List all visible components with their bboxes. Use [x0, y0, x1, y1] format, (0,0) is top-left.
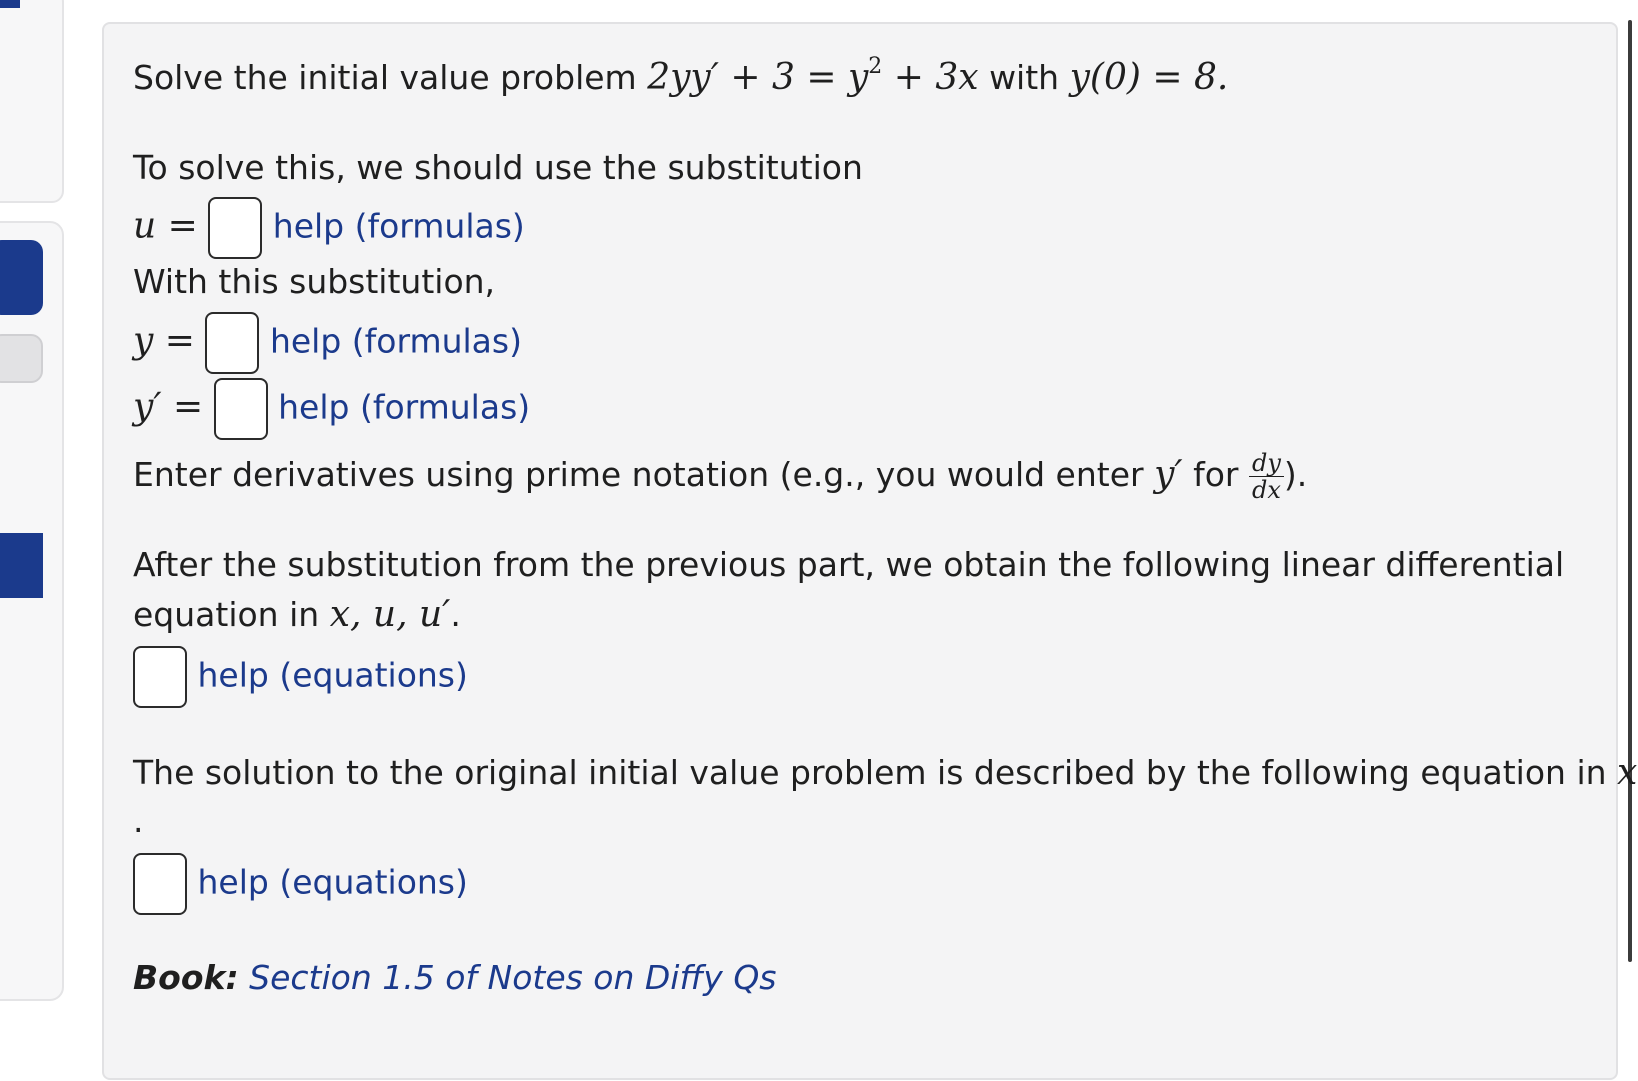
solution-equation-row: help (equations): [133, 853, 468, 915]
u-answer-input[interactable]: [208, 197, 263, 259]
yprime-answer-input[interactable]: [213, 378, 268, 440]
sidebar-nav-block[interactable]: [0, 533, 43, 598]
sidebar-nav-button-secondary[interactable]: [0, 334, 43, 383]
help-formulas-link[interactable]: help (formulas): [278, 388, 530, 427]
yprime-row: y′ = help (formulas): [133, 378, 530, 440]
u-label: u =: [133, 205, 198, 247]
with-word: with: [989, 58, 1060, 97]
after-substitution-text: After the substitution from the previous…: [133, 545, 1565, 584]
help-equations-link[interactable]: help (equations): [198, 656, 468, 695]
sidebar-top-card: [0, 0, 64, 203]
help-formulas-link[interactable]: help (formulas): [270, 322, 522, 361]
problem-intro: Solve the initial value problem: [133, 58, 637, 97]
sidebar-nav-button-primary[interactable]: [0, 240, 43, 315]
solution-equation-input[interactable]: [133, 853, 187, 915]
book-label: Book:: [133, 958, 239, 997]
help-equations-link[interactable]: help (equations): [198, 863, 468, 902]
book-reference: Book: Section 1.5 of Notes on Diffy Qs: [133, 958, 776, 998]
derivative-note: Enter derivatives using prime notation (…: [133, 449, 1308, 504]
linear-equation-row: help (equations): [133, 646, 468, 708]
problem-equation: 2yy′ + 3 = y2 + 3x: [647, 54, 979, 98]
u-row: u = help (formulas): [133, 197, 525, 259]
initial-condition: y(0) = 8.: [1069, 57, 1229, 98]
dy-dx-fraction: dy dx: [1248, 450, 1284, 503]
solution-dot: .: [133, 801, 144, 840]
with-substitution-text: With this substitution,: [133, 262, 496, 301]
y-row: y = help (formulas): [133, 312, 522, 374]
scrollbar[interactable]: [1628, 20, 1632, 962]
problem-statement: Solve the initial value problem 2yy′ + 3…: [133, 54, 1229, 98]
help-formulas-link[interactable]: help (formulas): [273, 207, 525, 246]
sidebar-top-accent: [0, 0, 20, 8]
y-answer-input[interactable]: [205, 312, 260, 374]
linear-equation-input[interactable]: [133, 646, 187, 708]
after-substitution-text-2: equation in x, u, u′.: [133, 594, 461, 635]
y-label: y =: [133, 320, 195, 362]
substitution-intro: To solve this, we should use the substit…: [133, 148, 863, 187]
solution-text: The solution to the original initial val…: [133, 752, 1638, 793]
book-link[interactable]: Section 1.5 of Notes on Diffy Qs: [249, 958, 776, 997]
yprime-label: y′ =: [133, 386, 204, 428]
